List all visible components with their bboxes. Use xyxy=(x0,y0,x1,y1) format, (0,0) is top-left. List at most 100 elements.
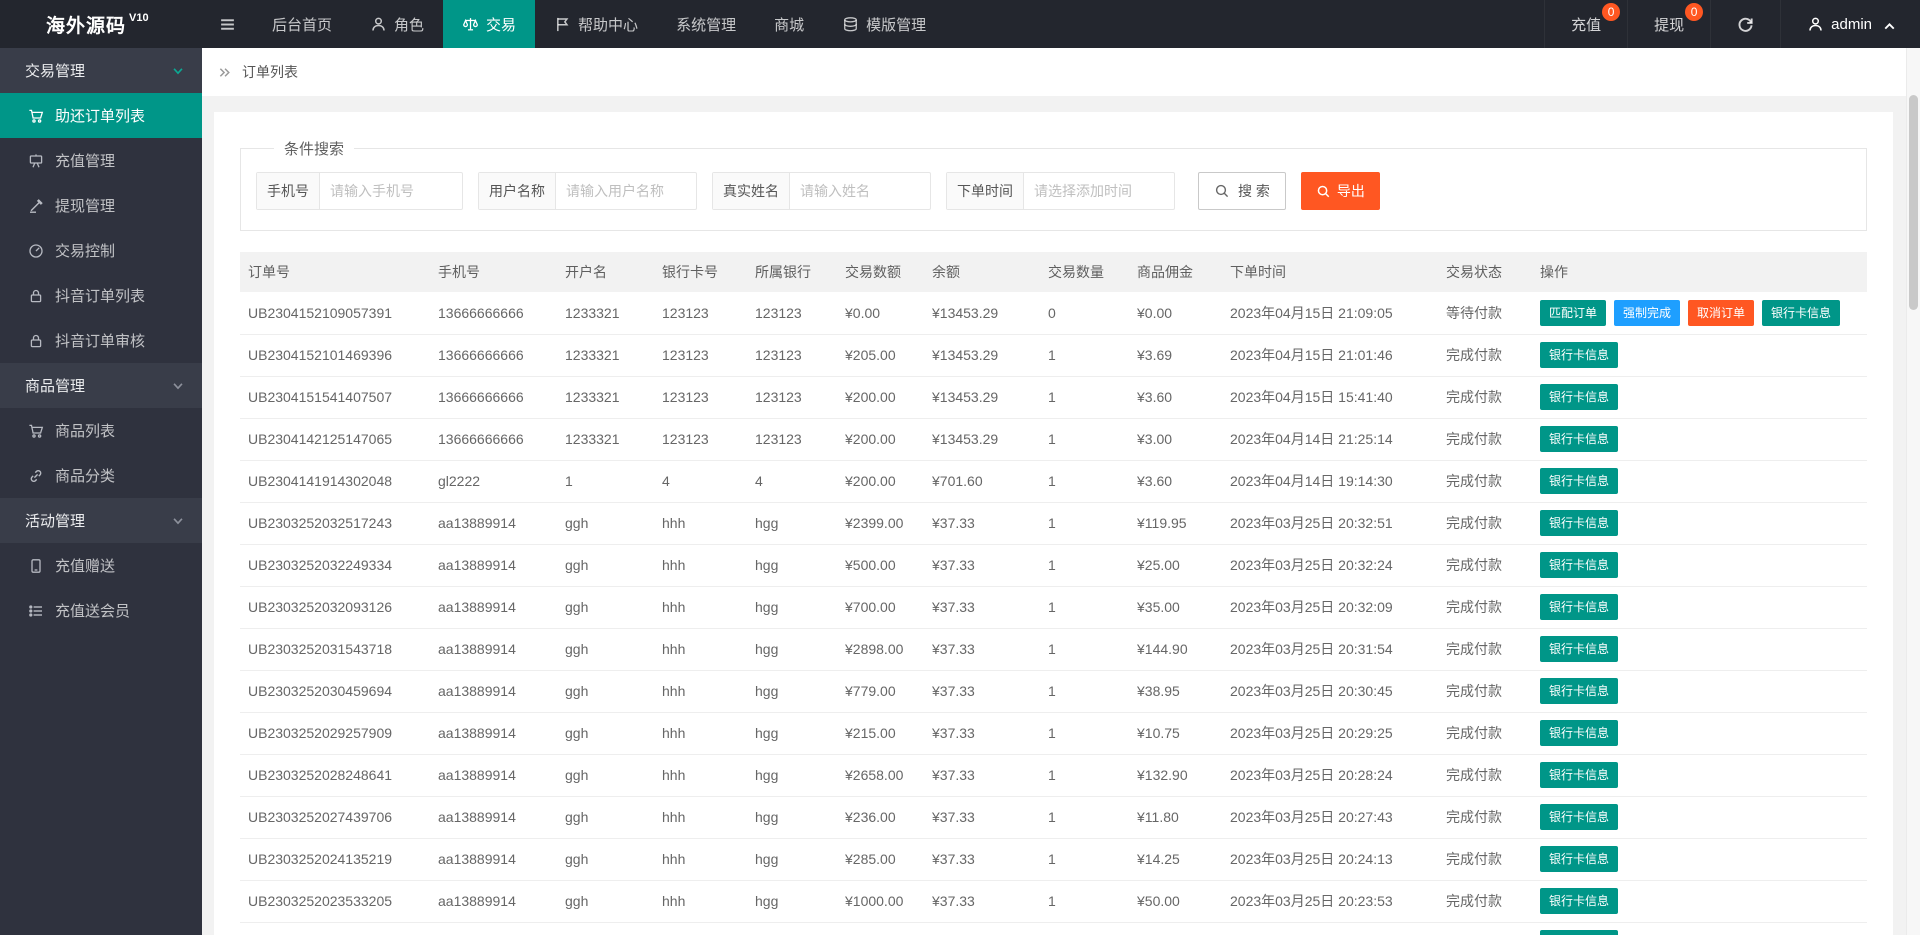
nav-item-home[interactable]: 后台首页 xyxy=(253,0,351,48)
cell-actions: 银行卡信息 xyxy=(1532,754,1867,796)
scrollbar-thumb[interactable] xyxy=(1909,95,1918,310)
cell-phone: 13666666666 xyxy=(430,334,557,376)
col-card-no: 银行卡号 xyxy=(654,252,747,292)
bank-card-info-button[interactable]: 银行卡信息 xyxy=(1540,468,1618,494)
cell-balance: ¥13453.29 xyxy=(924,334,1040,376)
cell-actions: 银行卡信息 xyxy=(1532,670,1867,712)
refresh-icon xyxy=(1737,16,1754,33)
bank-card-info-button[interactable]: 银行卡信息 xyxy=(1540,426,1618,452)
recharge-button[interactable]: 充值 0 xyxy=(1544,0,1627,48)
cell-order-time: 2023年04月14日 21:25:14 xyxy=(1222,418,1438,460)
user-icon xyxy=(1807,16,1824,33)
sidebar-item-product-list[interactable]: 商品列表 xyxy=(0,408,202,453)
nav-item-system[interactable]: 系统管理 xyxy=(657,0,755,48)
withdraw-button[interactable]: 提现 0 xyxy=(1627,0,1710,48)
bank-card-info-button[interactable]: 银行卡信息 xyxy=(1540,384,1618,410)
cell-commission: ¥0.00 xyxy=(1129,292,1222,334)
cell-account-name: 1233321 xyxy=(557,418,654,460)
realname-input[interactable] xyxy=(790,173,930,209)
cell-card-no: hhh xyxy=(654,670,747,712)
nav-item-templates[interactable]: 模版管理 xyxy=(823,0,945,48)
cell-order-time: 2023年04月15日 21:09:05 xyxy=(1222,292,1438,334)
bank-card-info-button[interactable]: 银行卡信息 xyxy=(1762,300,1840,326)
cell-card-no: hhh xyxy=(654,586,747,628)
cell-phone: 13666666666 xyxy=(430,376,557,418)
cell-order-time: 2023年04月15日 15:41:40 xyxy=(1222,376,1438,418)
refresh-button[interactable] xyxy=(1710,0,1780,48)
sidebar-item-assist-order-list[interactable]: 助还订单列表 xyxy=(0,93,202,138)
cell-phone: aa13889914 xyxy=(430,502,557,544)
col-balance: 余额 xyxy=(924,252,1040,292)
cell-bank: hgg xyxy=(747,670,837,712)
sidebar-item-douyin-order-list[interactable]: 抖音订单列表 xyxy=(0,273,202,318)
table-row: UB2303252021584200aa13889917jjhhhxdd¥107… xyxy=(240,922,1867,935)
cell-card-no: hhh xyxy=(654,502,747,544)
table-row: UB2303252023533205aa13889914gghhhhhgg¥10… xyxy=(240,880,1867,922)
cell-phone: aa13889914 xyxy=(430,628,557,670)
bank-card-info-button[interactable]: 银行卡信息 xyxy=(1540,552,1618,578)
search-button[interactable]: 搜 索 xyxy=(1198,172,1286,210)
cell-phone: aa13889914 xyxy=(430,670,557,712)
sidebar-item-recharge-mgmt[interactable]: 充值管理 xyxy=(0,138,202,183)
export-button[interactable]: 导出 xyxy=(1301,172,1380,210)
username-input[interactable] xyxy=(556,173,696,209)
bank-card-info-button[interactable]: 银行卡信息 xyxy=(1540,804,1618,830)
table-row: UB23041521090573911366666666612333211231… xyxy=(240,292,1867,334)
sidebar-item-recharge-vip[interactable]: 充值送会员 xyxy=(0,588,202,633)
cell-order-time: 2023年03月25日 20:32:51 xyxy=(1222,502,1438,544)
sidebar-group-products[interactable]: 商品管理 xyxy=(0,363,202,408)
user-menu[interactable]: admin xyxy=(1780,0,1920,48)
sidebar-item-recharge-gift[interactable]: 充值赠送 xyxy=(0,543,202,588)
sidebar-group-activities[interactable]: 活动管理 xyxy=(0,498,202,543)
bank-card-info-button[interactable]: 银行卡信息 xyxy=(1540,636,1618,662)
bank-card-info-button[interactable]: 银行卡信息 xyxy=(1540,510,1618,536)
withdraw-badge: 0 xyxy=(1685,3,1703,21)
cell-quantity: 1 xyxy=(1040,922,1129,935)
sidebar-collapse-button[interactable] xyxy=(202,0,253,48)
cell-card-no: hhh xyxy=(654,838,747,880)
nav-item-mall[interactable]: 商城 xyxy=(755,0,823,48)
cell-order-no: UB2303252032249334 xyxy=(240,544,430,586)
cell-quantity: 1 xyxy=(1040,502,1129,544)
order-time-input[interactable] xyxy=(1024,173,1174,209)
sidebar-group-trade[interactable]: 交易管理 xyxy=(0,48,202,93)
bank-card-info-button[interactable]: 银行卡信息 xyxy=(1540,342,1618,368)
cell-commission: ¥25.00 xyxy=(1129,544,1222,586)
cell-status: 完成付款 xyxy=(1438,628,1532,670)
cell-actions: 银行卡信息 xyxy=(1532,334,1867,376)
cell-balance: ¥37.33 xyxy=(924,838,1040,880)
page-scrollbar[interactable] xyxy=(1906,48,1920,935)
cell-quantity: 1 xyxy=(1040,754,1129,796)
nav-item-help-center[interactable]: 帮助中心 xyxy=(535,0,657,48)
cell-commission: ¥14.25 xyxy=(1129,838,1222,880)
cell-phone: gl2222 xyxy=(430,460,557,502)
bank-card-info-button[interactable]: 银行卡信息 xyxy=(1540,678,1618,704)
cancel-order-button[interactable]: 取消订单 xyxy=(1688,300,1754,326)
bank-card-info-button[interactable]: 银行卡信息 xyxy=(1540,720,1618,746)
force-complete-button[interactable]: 强制完成 xyxy=(1614,300,1680,326)
cell-quantity: 1 xyxy=(1040,628,1129,670)
bank-card-info-button[interactable]: 银行卡信息 xyxy=(1540,888,1618,914)
cell-account-name: ggh xyxy=(557,670,654,712)
cell-commission: ¥38.95 xyxy=(1129,670,1222,712)
bank-card-info-button[interactable]: 银行卡信息 xyxy=(1540,762,1618,788)
phone-input[interactable] xyxy=(320,173,462,209)
col-bank: 所属银行 xyxy=(747,252,837,292)
table-row: UB2303252029257909aa13889914gghhhhhgg¥21… xyxy=(240,712,1867,754)
match-order-button[interactable]: 匹配订单 xyxy=(1540,300,1606,326)
sidebar-item-withdraw-mgmt[interactable]: 提现管理 xyxy=(0,183,202,228)
cell-phone: aa13889914 xyxy=(430,838,557,880)
cell-actions: 银行卡信息 xyxy=(1532,880,1867,922)
sidebar-item-douyin-order-audit[interactable]: 抖音订单审核 xyxy=(0,318,202,363)
sidebar-item-product-category[interactable]: 商品分类 xyxy=(0,453,202,498)
bank-card-info-button[interactable]: 银行卡信息 xyxy=(1540,846,1618,872)
cell-actions: 银行卡信息 xyxy=(1532,796,1867,838)
bank-card-info-button[interactable]: 银行卡信息 xyxy=(1540,930,1618,935)
cell-bank: hgg xyxy=(747,628,837,670)
table-row: UB2303252032093126aa13889914gghhhhhgg¥70… xyxy=(240,586,1867,628)
nav-item-trade[interactable]: 交易 xyxy=(443,0,535,48)
nav-item-role[interactable]: 角色 xyxy=(351,0,443,48)
scales-icon xyxy=(462,16,479,33)
sidebar-item-trade-control[interactable]: 交易控制 xyxy=(0,228,202,273)
bank-card-info-button[interactable]: 银行卡信息 xyxy=(1540,594,1618,620)
